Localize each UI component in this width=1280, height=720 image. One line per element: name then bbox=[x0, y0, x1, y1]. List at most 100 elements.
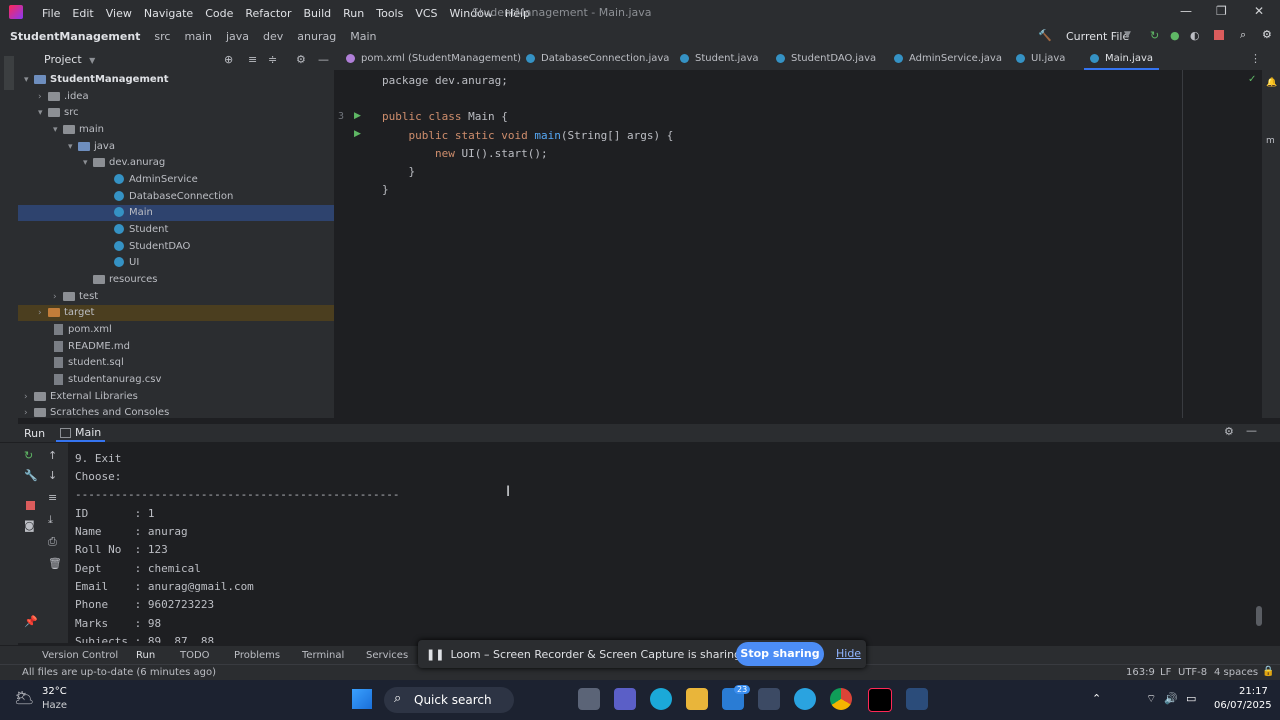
tab-adminservice[interactable]: AdminService.java bbox=[894, 53, 1002, 64]
search-icon[interactable]: ⌕ bbox=[1240, 28, 1246, 42]
up-arrow-icon[interactable]: ↑ bbox=[48, 449, 57, 462]
tool-problems[interactable]: Problems bbox=[234, 650, 280, 661]
tool-run[interactable]: Run bbox=[136, 650, 155, 661]
gear-icon[interactable]: ⚙ bbox=[1262, 28, 1272, 41]
indent-setting[interactable]: 4 spaces bbox=[1214, 667, 1258, 678]
tree-item-java[interactable]: ▾ java bbox=[68, 139, 115, 155]
file-encoding[interactable]: UTF-8 bbox=[1178, 667, 1207, 678]
trash-icon[interactable]: 🗑 bbox=[48, 557, 62, 570]
camera-icon[interactable]: ◙ bbox=[24, 519, 35, 532]
collapse-all-icon[interactable]: ≑ bbox=[268, 53, 277, 66]
file-explorer-icon[interactable] bbox=[686, 688, 708, 710]
stop-sharing-button[interactable]: Stop sharing bbox=[736, 642, 824, 666]
network-icon[interactable]: ⌔ bbox=[1146, 692, 1156, 706]
task-view-icon[interactable] bbox=[578, 688, 600, 710]
tree-item-target[interactable]: › target bbox=[18, 305, 334, 321]
tree-item-package[interactable]: ▾ dev.anurag bbox=[83, 155, 165, 171]
weather-icon[interactable]: 🌥 bbox=[14, 688, 34, 707]
notifications-icon[interactable]: 🔔 bbox=[1266, 78, 1277, 88]
breadcrumb-main-class[interactable]: Main bbox=[350, 30, 376, 43]
gear-icon[interactable]: ⚙ bbox=[1224, 425, 1234, 438]
hide-panel-icon[interactable]: — bbox=[1246, 424, 1257, 437]
stop-icon[interactable] bbox=[26, 501, 35, 510]
clock-date[interactable]: 06/07/2025 bbox=[1214, 700, 1272, 711]
lock-icon[interactable]: 🔒 bbox=[1262, 666, 1274, 677]
menu-view[interactable]: View bbox=[100, 7, 138, 20]
tree-item-adminservice[interactable]: AdminService bbox=[114, 172, 198, 188]
telegram-icon[interactable] bbox=[794, 688, 816, 710]
edge-icon[interactable] bbox=[650, 688, 672, 710]
tree-item-idea[interactable]: › .idea bbox=[38, 89, 89, 105]
tree-item-pom[interactable]: pom.xml bbox=[54, 322, 112, 338]
chevron-up-icon[interactable]: ⌃ bbox=[1092, 692, 1101, 705]
hide-banner-link[interactable]: Hide bbox=[836, 647, 861, 660]
tree-item-test[interactable]: › test bbox=[53, 289, 98, 305]
more-tabs-icon[interactable]: ⋮ bbox=[1250, 52, 1261, 65]
menu-file[interactable]: File bbox=[36, 7, 66, 20]
teams-icon[interactable] bbox=[614, 688, 636, 710]
run-config-select[interactable]: Current File bbox=[1066, 30, 1129, 43]
intellij-icon[interactable] bbox=[868, 688, 892, 712]
wrench-icon[interactable]: 🔧 bbox=[24, 469, 38, 482]
locate-icon[interactable]: ⊕ bbox=[224, 53, 233, 66]
tree-item-csv[interactable]: studentanurag.csv bbox=[54, 372, 161, 388]
weather-temp[interactable]: 32°C bbox=[42, 686, 67, 697]
stop-icon[interactable] bbox=[1214, 30, 1224, 40]
tree-item-student[interactable]: Student bbox=[114, 222, 168, 238]
chrome-icon[interactable] bbox=[830, 688, 852, 710]
profile-icon[interactable]: ◐ bbox=[1190, 29, 1200, 42]
tree-item-studentdao[interactable]: StudentDAO bbox=[114, 239, 190, 255]
run-icon[interactable]: ↻ bbox=[1150, 29, 1159, 42]
tree-item-resources[interactable]: resources bbox=[83, 272, 157, 288]
volume-icon[interactable]: 🔊 bbox=[1164, 692, 1178, 705]
project-tool-icon[interactable] bbox=[4, 56, 14, 90]
clock-time[interactable]: 21:17 bbox=[1239, 686, 1268, 697]
close-icon[interactable]: ✕ bbox=[1254, 4, 1264, 18]
breadcrumb-project[interactable]: StudentManagement bbox=[10, 30, 140, 43]
tree-item-readme[interactable]: README.md bbox=[54, 339, 130, 355]
menu-run[interactable]: Run bbox=[337, 7, 370, 20]
tab-student[interactable]: Student.java bbox=[680, 53, 759, 64]
run-console[interactable] bbox=[70, 443, 1260, 643]
minimize-icon[interactable]: — bbox=[1180, 4, 1192, 18]
run-gutter-icon[interactable]: ▶ bbox=[354, 111, 361, 121]
gear-icon[interactable]: ⚙ bbox=[296, 53, 306, 66]
caret-position[interactable]: 163:9 bbox=[1126, 667, 1155, 678]
breadcrumb-src[interactable]: src bbox=[154, 30, 170, 43]
breadcrumb-java[interactable]: java bbox=[226, 30, 249, 43]
breadcrumb-dev[interactable]: dev bbox=[263, 30, 283, 43]
tab-studentdao[interactable]: StudentDAO.java bbox=[776, 53, 876, 64]
taskbar-search[interactable]: ⌕ Quick search bbox=[384, 687, 514, 713]
rerun-icon[interactable]: ↻ bbox=[24, 449, 33, 462]
tree-item-databaseconnection[interactable]: DatabaseConnection bbox=[114, 189, 233, 205]
tab-main[interactable]: Main.java bbox=[1083, 53, 1160, 70]
tree-item-student-sql[interactable]: student.sql bbox=[54, 355, 124, 371]
maven-icon[interactable]: m bbox=[1266, 136, 1275, 146]
menu-build[interactable]: Build bbox=[298, 7, 338, 20]
soft-wrap-icon[interactable]: ≡ bbox=[48, 491, 57, 504]
restore-icon[interactable]: ❐ bbox=[1216, 4, 1227, 18]
expand-all-icon[interactable]: ≡ bbox=[248, 53, 257, 66]
tree-root[interactable]: ▾ StudentManagement bbox=[24, 72, 169, 88]
tree-item-scratches[interactable]: › Scratches and Consoles bbox=[24, 405, 169, 421]
tree-item-main[interactable]: ▾ main bbox=[53, 122, 104, 138]
scroll-end-icon[interactable]: ⤓ bbox=[48, 513, 53, 527]
run-gutter-icon[interactable]: ▶ bbox=[354, 129, 361, 139]
hide-panel-icon[interactable]: — bbox=[318, 53, 329, 66]
tree-item-main-class[interactable]: Main bbox=[18, 205, 334, 221]
tool-todo[interactable]: TODO bbox=[180, 650, 210, 661]
print-icon[interactable]: ⎙ bbox=[48, 535, 57, 549]
store-icon[interactable] bbox=[758, 688, 780, 710]
tab-run-main[interactable]: Main bbox=[56, 426, 106, 442]
battery-icon[interactable]: ▭ bbox=[1186, 692, 1196, 705]
tool-version-control[interactable]: Version Control bbox=[42, 650, 118, 661]
project-header-title[interactable]: Project bbox=[44, 53, 82, 66]
pin-icon[interactable]: 📌 bbox=[24, 615, 38, 628]
tab-databaseconnection[interactable]: DatabaseConnection.java bbox=[526, 53, 669, 64]
menu-code[interactable]: Code bbox=[199, 7, 239, 20]
start-icon[interactable] bbox=[352, 689, 372, 709]
tab-ui[interactable]: UI.java bbox=[1016, 53, 1065, 64]
tree-item-src[interactable]: ▾ src bbox=[38, 105, 79, 121]
tree-item-external-libraries[interactable]: › External Libraries bbox=[24, 389, 138, 405]
breadcrumb-anurag[interactable]: anurag bbox=[297, 30, 336, 43]
